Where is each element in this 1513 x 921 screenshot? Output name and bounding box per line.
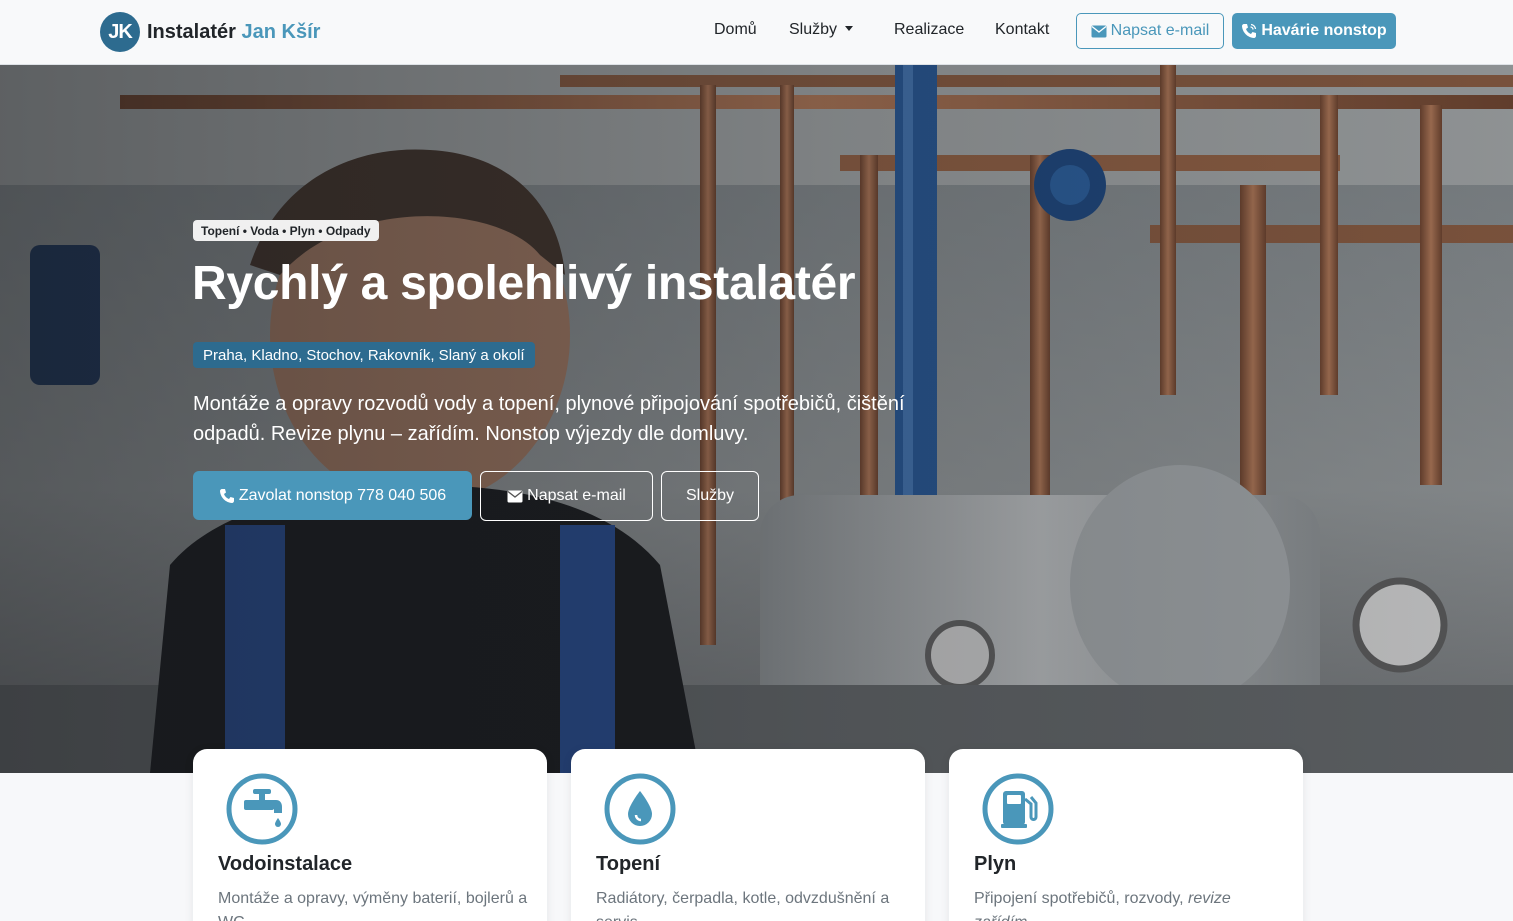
hero-region-badge: Praha, Kladno, Stochov, Rakovník, Slaný … [193,342,535,368]
envelope-icon [1091,25,1107,37]
hero-email-button[interactable]: Napsat e-mail [480,471,653,521]
hero-lead-text: Montáže a opravy rozvodů vody a topení, … [193,393,905,445]
hero-email-label: Napsat e-mail [527,487,626,504]
call-nonstop-label: Zavolat nonstop 778 040 506 [238,486,447,504]
nav-services-dropdown[interactable]: Služby [789,21,854,39]
brand-name: Instalatér Jan Kšír [147,21,320,44]
nav-emergency-button[interactable]: Havárie nonstop [1232,13,1396,49]
hero-title: Rychlý a spolehlivý instalatér [192,257,856,310]
nav-realizations[interactable]: Realizace [894,21,964,39]
service-card-text: Připojení spotřebičů, rozvody, revize za… [974,887,1284,921]
phone-icon [219,488,234,503]
service-card-heating[interactable]: Topení Radiátory, čerpadla, kotle, odvzd… [571,749,925,921]
hero-tagline-badge: Topení • Voda • Plyn • Odpady [193,220,379,241]
envelope-icon [507,490,523,502]
service-card-title: Vodoinstalace [218,853,353,875]
faucet-icon [226,773,298,845]
service-card-text: Radiátory, čerpadla, kotle, odvzdušnění … [596,890,890,921]
service-card-gas[interactable]: Plyn Připojení spotřebičů, rozvody, revi… [949,749,1303,921]
nav-contact[interactable]: Kontakt [995,21,1049,39]
service-card-water[interactable]: Vodoinstalace Montáže a opravy, výměny b… [193,749,547,921]
nav-home[interactable]: Domů [714,21,757,39]
service-card-title: Plyn [974,853,1017,875]
gas-pump-icon [982,773,1054,845]
navbar: JK Instalatér Jan Kšír Domů Služby Reali… [0,0,1513,65]
brand[interactable]: JK Instalatér Jan Kšír [100,11,320,53]
phone-volume-icon [1242,23,1257,38]
nav-email-label: Napsat e-mail [1110,22,1210,39]
brand-logo: JK [100,12,140,52]
service-card-text-main: Připojení spotřebičů, rozvody, [974,890,1184,907]
hero-services-button[interactable]: Služby [661,471,759,521]
brand-name-first: Instalatér [147,20,236,43]
hero-services-label: Služby [685,487,735,504]
nav-email-button[interactable]: Napsat e-mail [1076,13,1224,49]
water-drop-icon [604,773,676,845]
chevron-down-icon [845,26,854,32]
brand-name-second: Jan Kšír [241,20,321,43]
call-nonstop-button[interactable]: Zavolat nonstop 778 040 506 [193,471,472,520]
service-card-text: Montáže a opravy, výměny baterií, bojler… [218,890,528,921]
service-card-title: Topení [596,853,661,875]
nav-services-label: Služby [789,21,838,38]
nav-emergency-label: Havárie nonstop [1261,22,1387,39]
